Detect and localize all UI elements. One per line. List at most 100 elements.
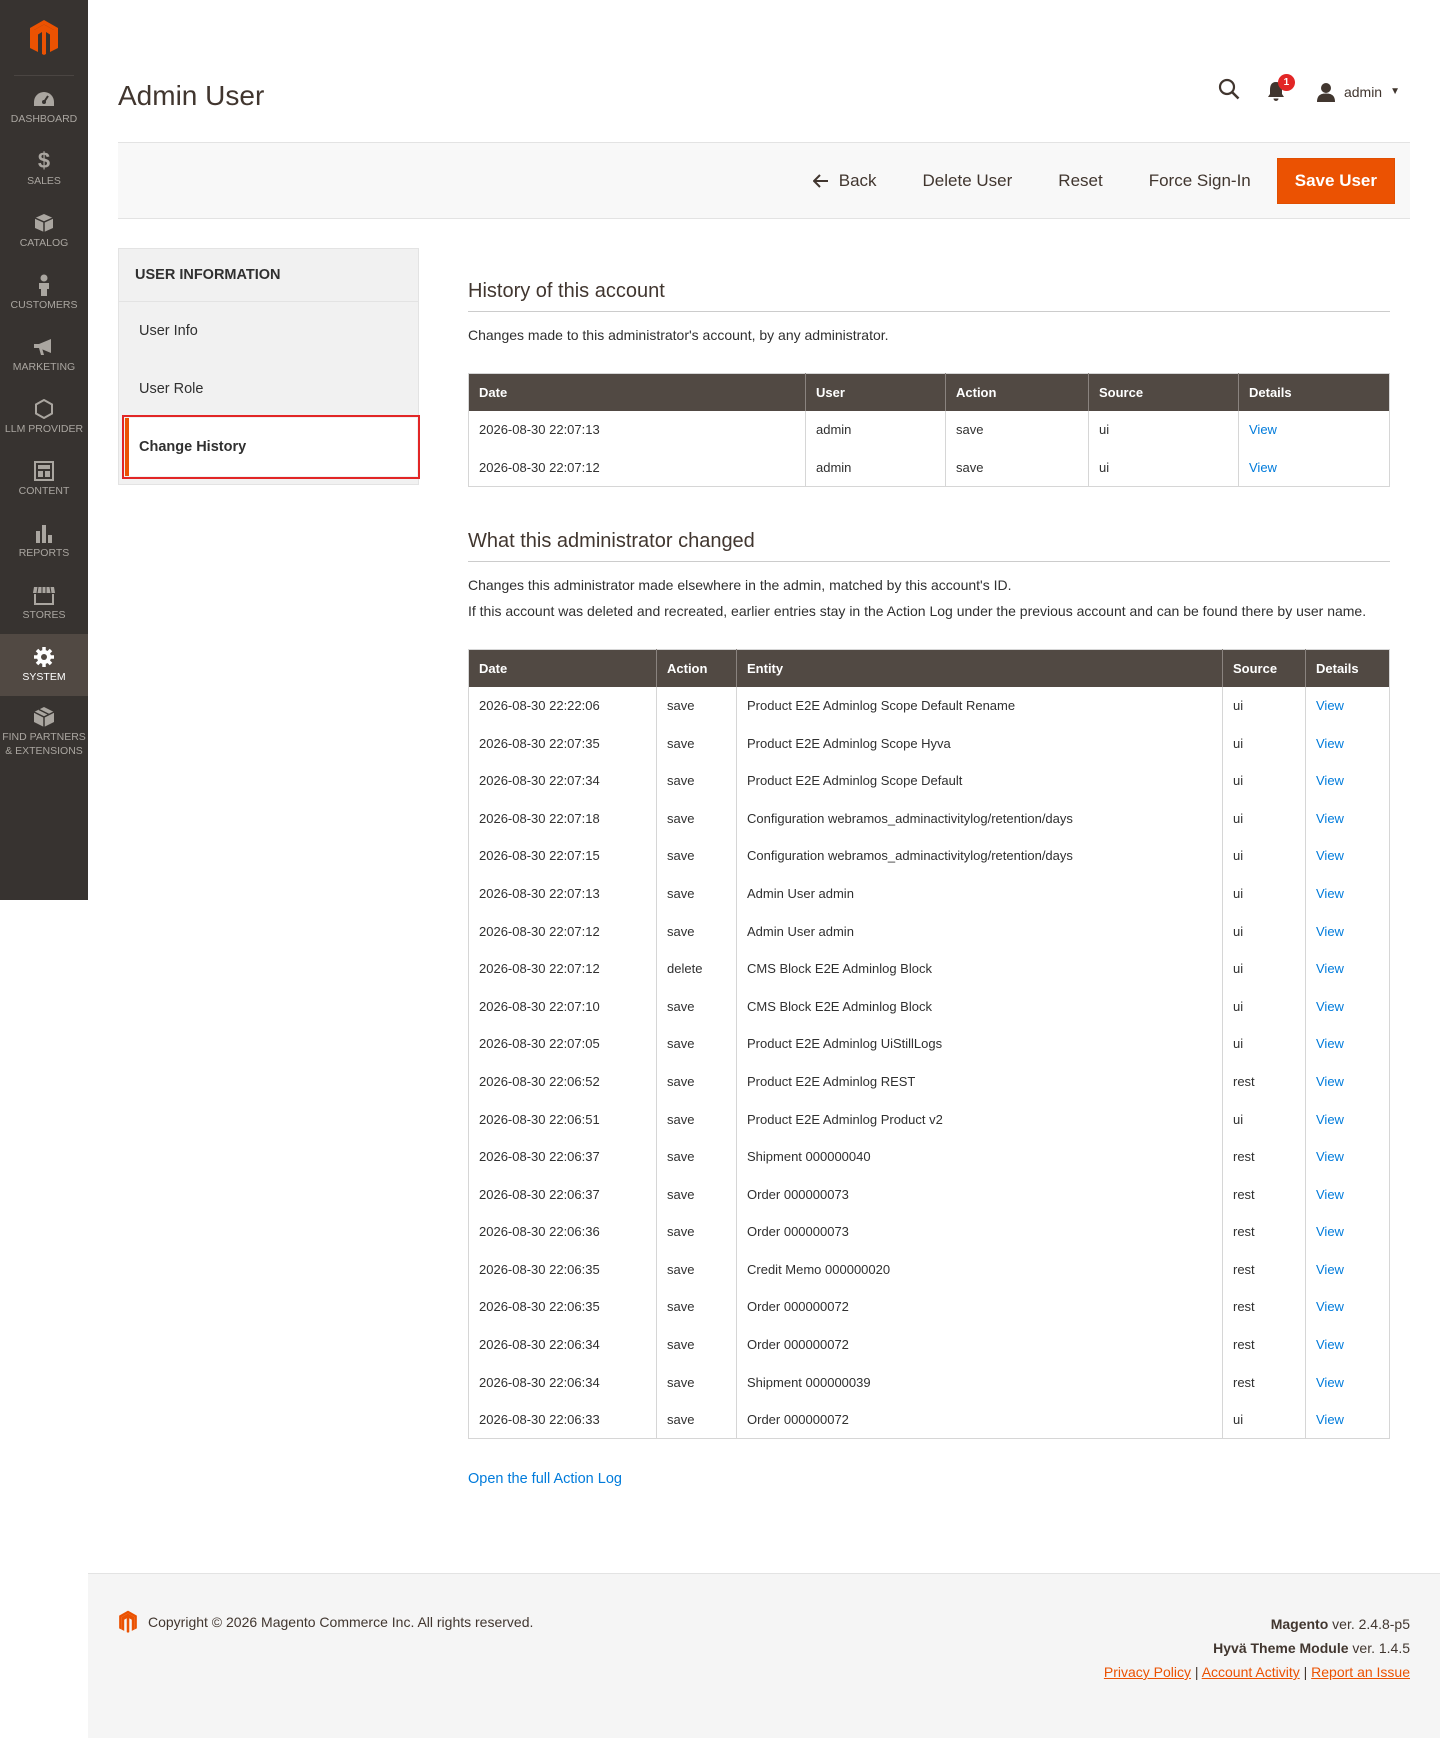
nav-reports[interactable]: REPORTS (0, 510, 88, 572)
page-header: Admin User 1 admin ▼ (88, 0, 1440, 142)
table-row: 2026-08-30 22:22:06 save Product E2E Admin… (469, 686, 1390, 725)
magento-logo[interactable] (14, 0, 74, 76)
gear-icon (32, 646, 56, 668)
view-details-link[interactable]: View (1316, 848, 1344, 863)
table-row: 2026-08-30 22:07:34 save Product E2E Admin… (469, 761, 1390, 800)
nav-label: DASHBOARD (10, 112, 78, 125)
view-details-link[interactable]: View (1316, 698, 1344, 713)
cell-date: 2026-08-30 22:06:36 (479, 1224, 600, 1240)
view-details-link[interactable]: View (1316, 1036, 1344, 1051)
nav-dashboard[interactable]: DASHBOARD (0, 76, 88, 138)
cell-date: 2026-08-30 22:22:06 (479, 697, 600, 713)
view-details-link[interactable]: View (1316, 1074, 1344, 1089)
cell-user: admin (805, 411, 946, 449)
user-menu[interactable]: admin ▼ (1316, 82, 1400, 102)
nav-label: SYSTEM (22, 670, 66, 683)
nav-system[interactable]: SYSTEM (0, 634, 88, 696)
full-action-log-link[interactable]: Open the full Action Log (468, 1471, 622, 1487)
cell-action: save (656, 1363, 737, 1401)
view-details-link[interactable]: View (1316, 773, 1344, 788)
column-header[interactable]: Action (656, 649, 737, 687)
column-header[interactable]: Details (1305, 649, 1390, 687)
search-icon[interactable] (1218, 78, 1240, 105)
table-row: 2026-08-30 22:07:15 save Configuration web… (469, 837, 1390, 875)
column-header[interactable]: Action (945, 373, 1089, 411)
nav-label: CUSTOMERS (10, 298, 78, 311)
cell-date: 2026-08-30 22:07:05 (479, 1036, 600, 1052)
view-details-link[interactable]: View (1316, 1187, 1344, 1202)
cell-source: ui (1222, 912, 1306, 950)
table-row: 2026-08-30 22:07:10 save CMS Block E2E Adm… (469, 987, 1390, 1026)
tab-user-info[interactable]: User Info (119, 302, 418, 360)
view-details-link[interactable]: View (1316, 1412, 1344, 1427)
view-details-link[interactable]: View (1316, 1375, 1344, 1390)
cell-source: rest (1222, 1363, 1306, 1401)
column-header[interactable]: Details (1238, 373, 1390, 411)
table-row: 2026-08-30 22:06:37 save Shipment 00000004… (469, 1137, 1390, 1176)
account-activity-link[interactable]: Account Activity (1202, 1664, 1300, 1680)
column-header[interactable]: Source (1088, 373, 1239, 411)
view-details-link[interactable]: View (1316, 1337, 1344, 1352)
column-header[interactable]: Entity (736, 649, 1223, 687)
view-details-link[interactable]: View (1316, 1149, 1344, 1164)
tab-change-history[interactable]: Change History (122, 415, 420, 479)
view-details-link[interactable]: View (1316, 961, 1344, 976)
history-section-title: History of this account (468, 280, 1390, 312)
view-details-link[interactable]: View (1249, 460, 1277, 475)
force-signin-button[interactable]: Force Sign-In (1129, 159, 1271, 203)
view-details-link[interactable]: View (1316, 1299, 1344, 1314)
nav-marketing[interactable]: MARKETING (0, 324, 88, 386)
table-row: 2026-08-30 22:07:12 delete CMS Block E2E A… (469, 949, 1390, 988)
cell-entity: CMS Block E2E Adminlog Block (736, 949, 1223, 988)
report-issue-link[interactable]: Report an Issue (1311, 1664, 1410, 1680)
cell-entity: CMS Block E2E Adminlog Block (736, 987, 1223, 1026)
cell-action: save (656, 1288, 737, 1326)
nav-catalog[interactable]: CATALOG (0, 200, 88, 262)
back-button[interactable]: Back (793, 159, 897, 203)
nav-llm-provider[interactable]: LLM PROVIDER (0, 386, 88, 448)
caret-down-icon: ▼ (1390, 86, 1400, 97)
delete-user-button[interactable]: Delete User (903, 159, 1033, 203)
main-content: Admin User 1 admin ▼ Back Delete User Re… (88, 0, 1440, 1487)
cell-source: ui (1088, 448, 1239, 487)
cell-source: ui (1222, 1400, 1306, 1439)
reset-button[interactable]: Reset (1038, 159, 1122, 203)
version-info: Magento ver. 2.4.8-p5 Hyvä Theme Module … (1104, 1612, 1410, 1684)
column-header[interactable]: Date (468, 649, 657, 687)
view-details-link[interactable]: View (1316, 924, 1344, 939)
nav-content[interactable]: CONTENT (0, 448, 88, 510)
view-details-link[interactable]: View (1316, 1262, 1344, 1277)
tab-user-role[interactable]: User Role (119, 360, 418, 418)
megaphone-icon (32, 336, 56, 358)
person-icon (32, 274, 56, 296)
view-details-link[interactable]: View (1316, 886, 1344, 901)
nav-find-partners[interactable]: FIND PARTNERS & EXTENSIONS (0, 696, 88, 768)
table-row: 2026-08-30 22:06:33 save Order 000000072 ui… (469, 1400, 1390, 1439)
view-details-link[interactable]: View (1316, 1112, 1344, 1127)
cell-date: 2026-08-30 22:07:10 (479, 998, 600, 1014)
view-details-link[interactable]: View (1316, 1224, 1344, 1239)
cell-entity: Product E2E Adminlog Scope Hyva (736, 724, 1223, 762)
cell-entity: Admin User admin (736, 912, 1223, 950)
column-header[interactable]: Date (468, 373, 806, 411)
nav-label: CATALOG (19, 236, 69, 249)
view-details-link[interactable]: View (1249, 422, 1277, 437)
view-details-link[interactable]: View (1316, 999, 1344, 1014)
save-user-button[interactable]: Save User (1276, 157, 1395, 204)
view-details-link[interactable]: View (1316, 811, 1344, 826)
cell-entity: Product E2E Adminlog Scope Default (736, 761, 1223, 800)
column-header[interactable]: User (805, 373, 946, 411)
nav-customers[interactable]: CUSTOMERS (0, 262, 88, 324)
nav-sales[interactable]: $ SALES (0, 138, 88, 200)
table-header-row: Date User Action Source Details (468, 373, 1390, 411)
cell-source: rest (1222, 1213, 1306, 1251)
nav-stores[interactable]: STORES (0, 572, 88, 634)
cell-source: ui (1222, 799, 1306, 838)
privacy-policy-link[interactable]: Privacy Policy (1104, 1664, 1191, 1680)
view-details-link[interactable]: View (1316, 736, 1344, 751)
column-header[interactable]: Source (1222, 649, 1306, 687)
notifications-button[interactable]: 1 (1266, 73, 1295, 104)
box-icon (32, 212, 56, 234)
cell-user: admin (805, 448, 946, 487)
cell-date: 2026-08-30 22:07:12 (479, 923, 600, 939)
